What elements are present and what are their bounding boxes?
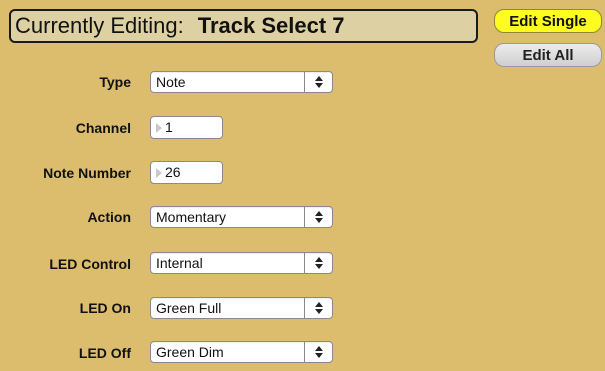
note-number-stepper[interactable]: 26 bbox=[150, 161, 223, 184]
channel-value: 1 bbox=[165, 119, 173, 135]
action-label: Action bbox=[87, 209, 131, 225]
led-off-select[interactable]: Green Dim bbox=[150, 341, 333, 363]
triangle-right-icon bbox=[156, 168, 162, 178]
type-label: Type bbox=[99, 74, 131, 90]
type-select[interactable]: Note bbox=[150, 71, 333, 93]
up-down-chevron-icon bbox=[304, 72, 332, 92]
led-on-label: LED On bbox=[79, 300, 131, 316]
led-off-label: LED Off bbox=[78, 345, 131, 361]
currently-editing-label: Currently Editing: bbox=[15, 13, 184, 38]
currently-editing-header: Currently Editing: Track Select 7 bbox=[9, 9, 478, 43]
note-number-label: Note Number bbox=[43, 165, 131, 181]
led-on-select-value: Green Full bbox=[156, 300, 222, 316]
edit-single-button[interactable]: Edit Single bbox=[494, 9, 602, 33]
led-control-select[interactable]: Internal bbox=[150, 252, 333, 274]
channel-stepper[interactable]: 1 bbox=[150, 116, 223, 139]
channel-label: Channel bbox=[75, 120, 131, 136]
note-number-value: 26 bbox=[165, 164, 181, 180]
up-down-chevron-icon bbox=[304, 342, 332, 362]
action-select[interactable]: Momentary bbox=[150, 206, 333, 228]
led-on-select[interactable]: Green Full bbox=[150, 297, 333, 319]
edit-all-button[interactable]: Edit All bbox=[494, 43, 602, 67]
up-down-chevron-icon bbox=[304, 253, 332, 273]
led-control-select-value: Internal bbox=[156, 255, 203, 271]
triangle-right-icon bbox=[156, 123, 162, 133]
led-off-select-value: Green Dim bbox=[156, 344, 224, 360]
type-select-value: Note bbox=[156, 74, 186, 90]
up-down-chevron-icon bbox=[304, 298, 332, 318]
up-down-chevron-icon bbox=[304, 207, 332, 227]
action-select-value: Momentary bbox=[156, 209, 227, 225]
led-control-label: LED Control bbox=[49, 256, 131, 272]
track-settings-panel: Currently Editing: Track Select 7 Edit S… bbox=[0, 0, 605, 371]
control-name: Track Select 7 bbox=[197, 13, 345, 38]
